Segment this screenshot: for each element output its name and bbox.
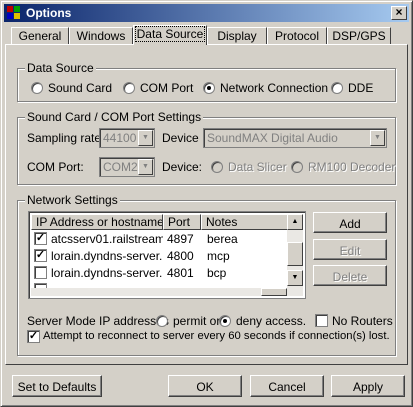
- tab-display[interactable]: Display: [207, 27, 267, 44]
- chevron-down-icon: ▼: [370, 130, 385, 146]
- com-port-label: COM Port: [140, 81, 194, 95]
- com-device-label: Device:: [162, 160, 203, 174]
- no-routers-checkbox[interactable]: [315, 314, 328, 327]
- column-header-port[interactable]: Port: [163, 214, 201, 230]
- tab-windows[interactable]: Windows: [69, 27, 133, 44]
- data-slicer-label: Data Slicer: [228, 160, 287, 174]
- permit-radio[interactable]: [156, 315, 168, 327]
- com-port-select[interactable]: COM2 ▼: [99, 157, 155, 177]
- chevron-down-icon: ▼: [138, 159, 153, 175]
- network-settings-group-label: Network Settings: [25, 193, 120, 207]
- network-connection-label: Network Connection: [220, 81, 329, 95]
- hscroll-thumb[interactable]: [261, 288, 287, 296]
- scroll-down-icon[interactable]: ▼: [287, 270, 303, 286]
- device-label: Device: [162, 131, 199, 145]
- row-enabled-checkbox[interactable]: [34, 266, 47, 279]
- chevron-down-icon: ▼: [138, 130, 153, 146]
- horizontal-scrollbar[interactable]: [31, 288, 287, 296]
- tab-general[interactable]: General: [11, 27, 69, 44]
- sound-card-radio[interactable]: [31, 82, 43, 94]
- close-icon: ×: [395, 5, 403, 19]
- window-title: Options: [26, 6, 72, 20]
- network-connection-radio[interactable]: [203, 82, 215, 94]
- tab-dsp-gps[interactable]: DSP/GPS: [327, 27, 391, 44]
- tab-protocol[interactable]: Protocol: [267, 27, 327, 44]
- data-slicer-radio[interactable]: [211, 161, 223, 173]
- close-button[interactable]: ×: [391, 6, 407, 20]
- rm100-decoder-radio[interactable]: [291, 161, 303, 173]
- rm100-decoder-label: RM100 Decoder: [308, 160, 396, 174]
- com-port-setting-label: COM Port:: [27, 160, 84, 174]
- vertical-scrollbar[interactable]: ▲ ▼: [287, 214, 303, 296]
- options-dialog: Options × General Windows Data Source Di…: [0, 0, 413, 407]
- sampling-rate-label: Sampling rate: [27, 131, 102, 145]
- row-enabled-checkbox[interactable]: ✓: [34, 249, 47, 262]
- delete-button[interactable]: Delete: [313, 265, 387, 286]
- tab-data-source[interactable]: Data Source: [133, 25, 207, 45]
- reconnect-label: Attempt to reconnect to server every 60 …: [43, 330, 390, 342]
- no-routers-label: No Routers: [332, 314, 393, 328]
- sampling-rate-select[interactable]: 44100 ▼: [99, 128, 155, 148]
- table-row[interactable]: ✓ lorain.dyndns-server.... 4800 mcp: [31, 248, 289, 265]
- scroll-thumb[interactable]: [287, 242, 303, 266]
- app-icon: [7, 6, 21, 20]
- reconnect-checkbox[interactable]: ✓: [27, 330, 40, 343]
- dde-radio[interactable]: [331, 82, 343, 94]
- set-to-defaults-button[interactable]: Set to Defaults: [12, 375, 102, 397]
- column-header-notes[interactable]: Notes: [201, 214, 289, 230]
- server-mode-label: Server Mode IP addresses: [27, 314, 169, 328]
- com-port-radio[interactable]: [123, 82, 135, 94]
- server-list[interactable]: IP Address or hostname Port Notes ✓ atcs…: [28, 211, 306, 299]
- deny-label: deny access.: [236, 314, 307, 328]
- cancel-button[interactable]: Cancel: [250, 375, 324, 397]
- scroll-up-icon[interactable]: ▲: [287, 214, 303, 230]
- table-row[interactable]: lorain.dyndns-server.... 4801 bcp: [31, 265, 289, 282]
- row-enabled-checkbox[interactable]: ✓: [34, 232, 47, 245]
- soundcard-settings-group-label: Sound Card / COM Port Settings: [25, 110, 204, 124]
- table-row[interactable]: ✓ atcsserv01.railstream.... 4897 berea: [31, 231, 289, 248]
- edit-button[interactable]: Edit: [313, 239, 387, 260]
- device-select[interactable]: SoundMAX Digital Audio ▼: [203, 128, 387, 148]
- apply-button[interactable]: Apply: [331, 375, 405, 397]
- dde-label: DDE: [348, 81, 374, 95]
- title-bar[interactable]: Options ×: [4, 4, 409, 22]
- deny-radio[interactable]: [219, 315, 231, 327]
- data-source-group-label: Data Source: [25, 61, 96, 75]
- ok-button[interactable]: OK: [168, 375, 242, 397]
- permit-label: permit or: [173, 314, 221, 328]
- column-header-host[interactable]: IP Address or hostname: [31, 214, 163, 230]
- add-button[interactable]: Add: [313, 212, 387, 233]
- sound-card-label: Sound Card: [48, 81, 113, 95]
